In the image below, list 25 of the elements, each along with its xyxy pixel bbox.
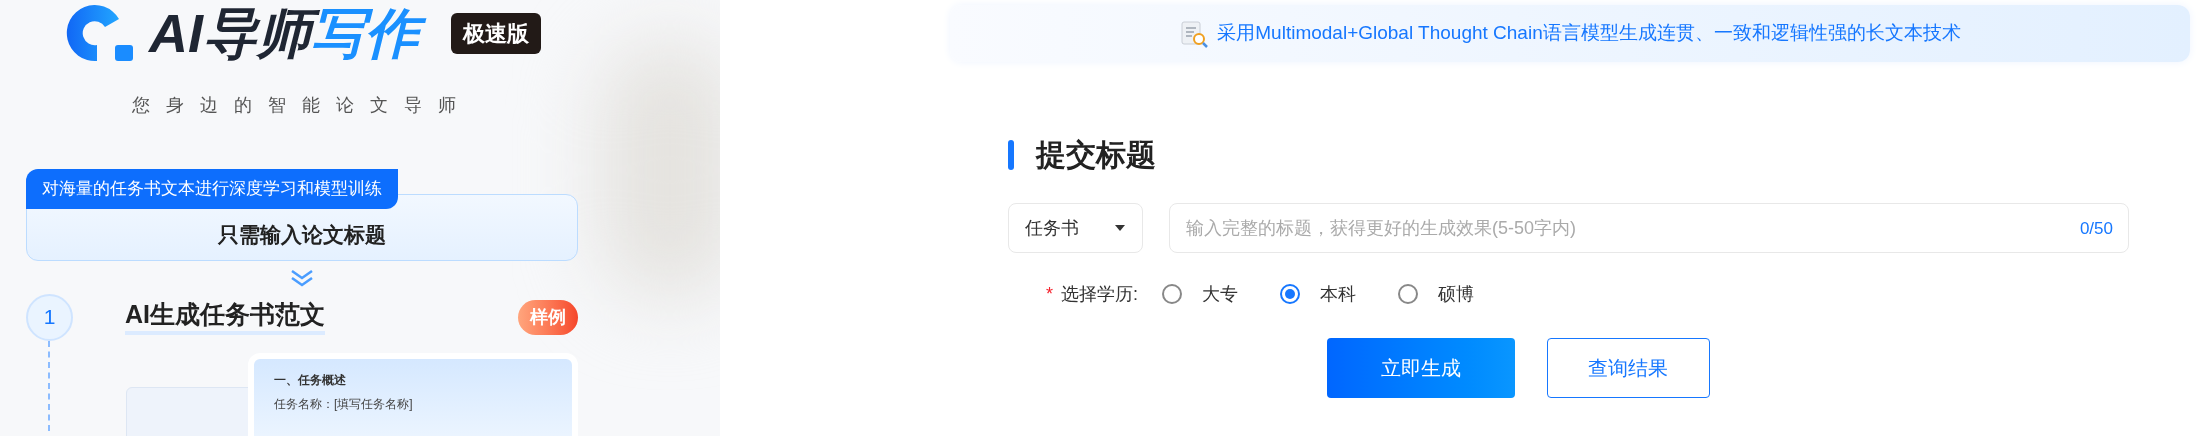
tagline: 您身边的智能论文导师 bbox=[131, 94, 473, 117]
edition-badge: 极速版 bbox=[451, 12, 541, 54]
sample-badge: 样例 bbox=[518, 299, 578, 335]
document-search-icon bbox=[1179, 18, 1210, 49]
heading-accent-bar bbox=[1008, 139, 1014, 170]
character-counter: 0/50 bbox=[2079, 218, 2113, 240]
step-title: AI生成任务书范文 bbox=[125, 299, 325, 335]
sample-heading: 一、任务概述 bbox=[274, 372, 347, 389]
caret-icon bbox=[1114, 224, 1126, 232]
required-mark: * bbox=[1046, 282, 1053, 306]
education-radio[interactable]: 大专 bbox=[1162, 280, 1239, 308]
document-type-dropdown[interactable]: 任务书 bbox=[1008, 203, 1143, 253]
intro-title: 只需输入论文标题 bbox=[218, 221, 386, 248]
generate-button[interactable]: 立即生成 bbox=[1326, 338, 1515, 398]
education-label: 选择学历: bbox=[1061, 282, 1139, 306]
query-results-button[interactable]: 查询结果 bbox=[1546, 338, 1710, 398]
banner-text: 采用Multimodal+Global Thought Chain语言模型生成连贯、一致和逻辑性强的长文本技术 bbox=[1217, 21, 1961, 46]
section-heading: 提交标题 bbox=[1036, 137, 1156, 173]
step-number: 1 bbox=[26, 293, 73, 341]
education-radio[interactable]: 硕博 bbox=[1398, 280, 1475, 308]
double-chevron-down-icon bbox=[290, 269, 314, 287]
logo-title: AI导师写作 bbox=[149, 0, 431, 66]
intro-tag: 对海量的任务书文本进行深度学习和模型训练 bbox=[26, 169, 398, 209]
sample-line: 任务名称：[填写任务名称] bbox=[274, 396, 414, 413]
education-radio[interactable]: 本科 bbox=[1280, 280, 1357, 308]
